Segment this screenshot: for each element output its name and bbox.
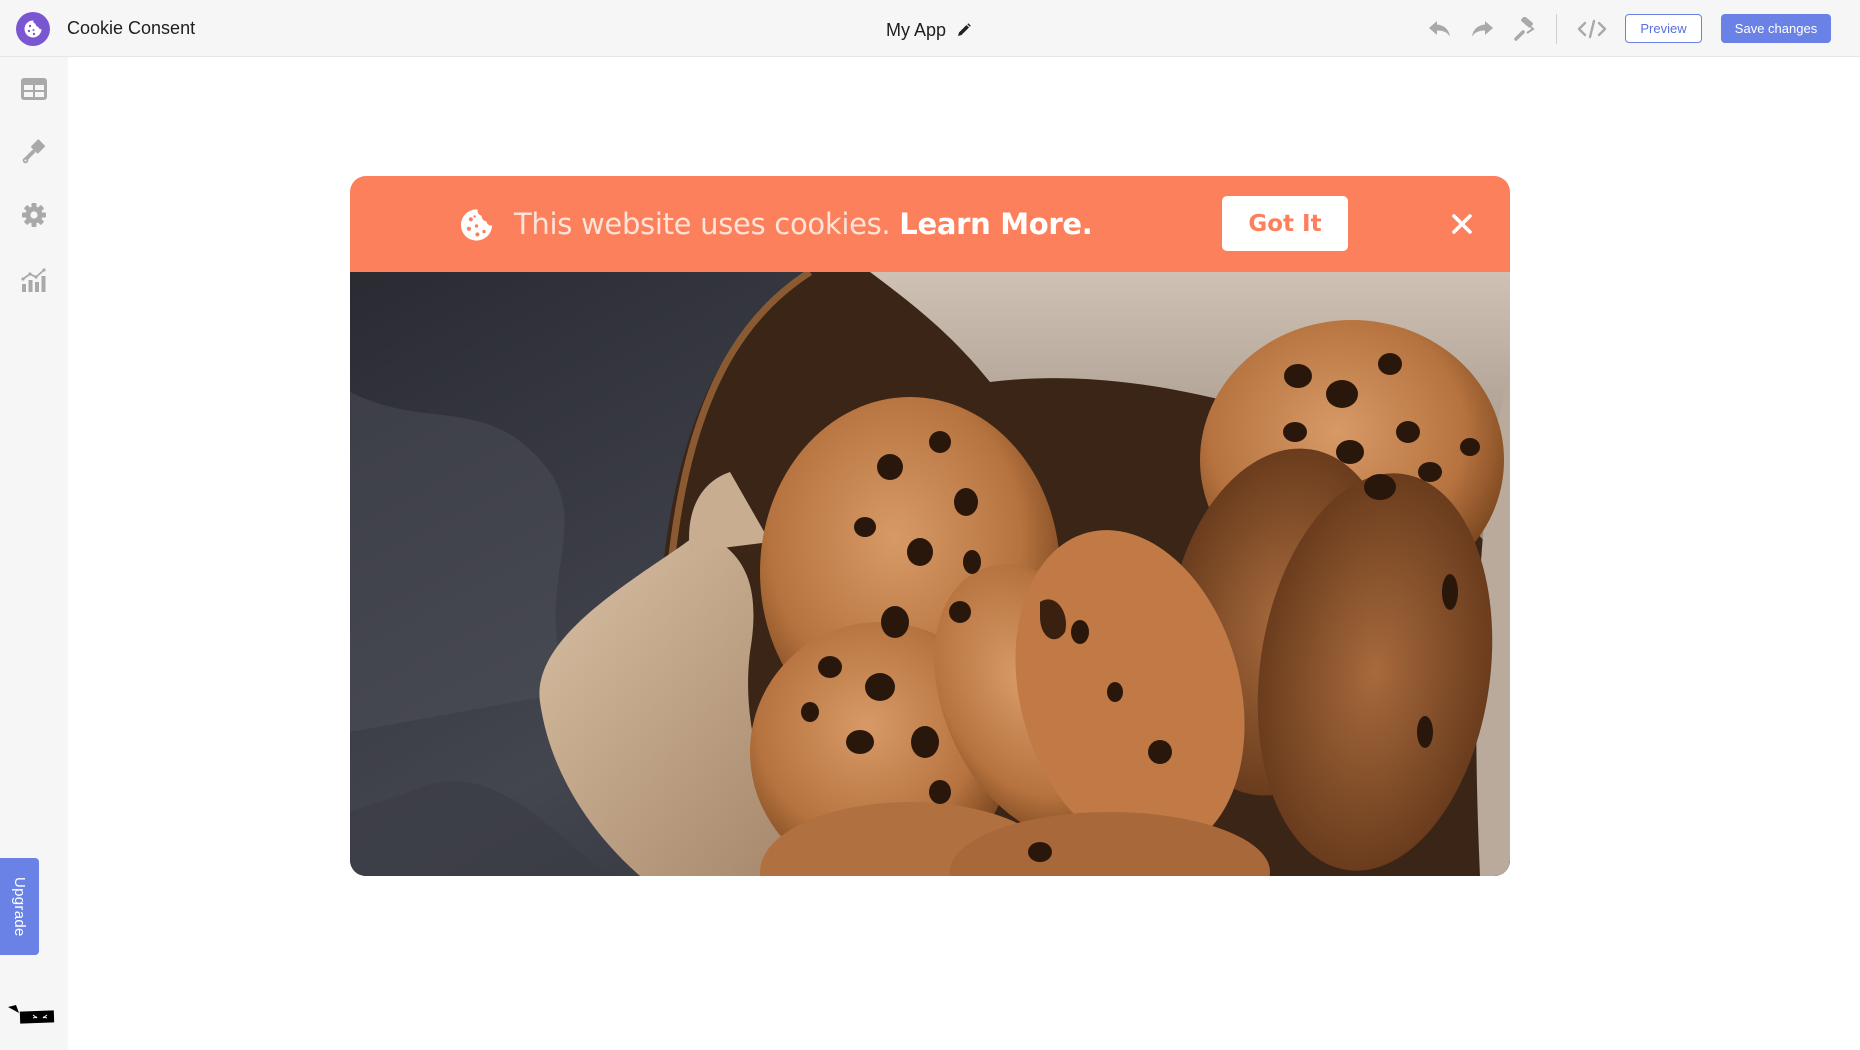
learn-more-link[interactable]: Learn More. xyxy=(899,207,1093,241)
chart-icon xyxy=(21,268,46,292)
cookie-banner: This website uses cookies. Learn More. G… xyxy=(350,176,1510,272)
app-title: Cookie Consent xyxy=(67,18,196,38)
upgrade-button[interactable]: Upgrade xyxy=(0,858,39,955)
cookie-message-text: This website uses cookies. xyxy=(514,207,891,241)
save-changes-button[interactable]: Save changes xyxy=(1721,14,1831,43)
paint-roller-icon xyxy=(1514,17,1535,41)
sidebar-item-analytics[interactable] xyxy=(20,266,48,294)
sidebar-item-design[interactable] xyxy=(20,138,48,166)
project-title-group: My App xyxy=(886,18,972,42)
preview-button[interactable]: Preview xyxy=(1625,14,1702,43)
paint-button[interactable] xyxy=(1511,16,1537,42)
cookies-photo xyxy=(350,272,1510,876)
gear-icon xyxy=(22,203,46,227)
app-root: Cookie Consent My App Preview Save chang… xyxy=(0,0,1860,1050)
undo-icon xyxy=(1429,21,1450,37)
app-logo xyxy=(16,12,50,46)
top-header: Cookie Consent My App Preview Save chang… xyxy=(0,0,1860,57)
upgrade-label: Upgrade xyxy=(11,876,28,937)
redo-icon xyxy=(1472,21,1493,37)
sidebar-item-layout[interactable] xyxy=(20,75,48,103)
table-icon xyxy=(21,78,47,100)
cookies-image xyxy=(350,272,1510,876)
cookie-icon xyxy=(460,209,493,241)
project-name[interactable]: My App xyxy=(886,18,946,42)
cookie-message: This website uses cookies. Learn More. xyxy=(514,206,1093,242)
close-icon[interactable] xyxy=(1450,212,1474,236)
got-it-button[interactable]: Got It xyxy=(1222,196,1348,251)
sidebar-item-settings[interactable] xyxy=(20,201,48,229)
code-icon xyxy=(1577,19,1607,39)
brush-icon xyxy=(22,139,46,164)
pencil-icon[interactable] xyxy=(956,22,972,38)
code-button[interactable] xyxy=(1575,16,1609,42)
cookie-icon xyxy=(24,20,42,38)
redo-button[interactable] xyxy=(1469,16,1495,42)
toolbar-divider xyxy=(1556,14,1557,44)
ninja-logo-icon xyxy=(8,1005,55,1024)
undo-button[interactable] xyxy=(1427,16,1453,42)
left-sidebar: Upgrade xyxy=(0,57,68,1050)
cookie-consent-widget: This website uses cookies. Learn More. G… xyxy=(350,176,1510,876)
